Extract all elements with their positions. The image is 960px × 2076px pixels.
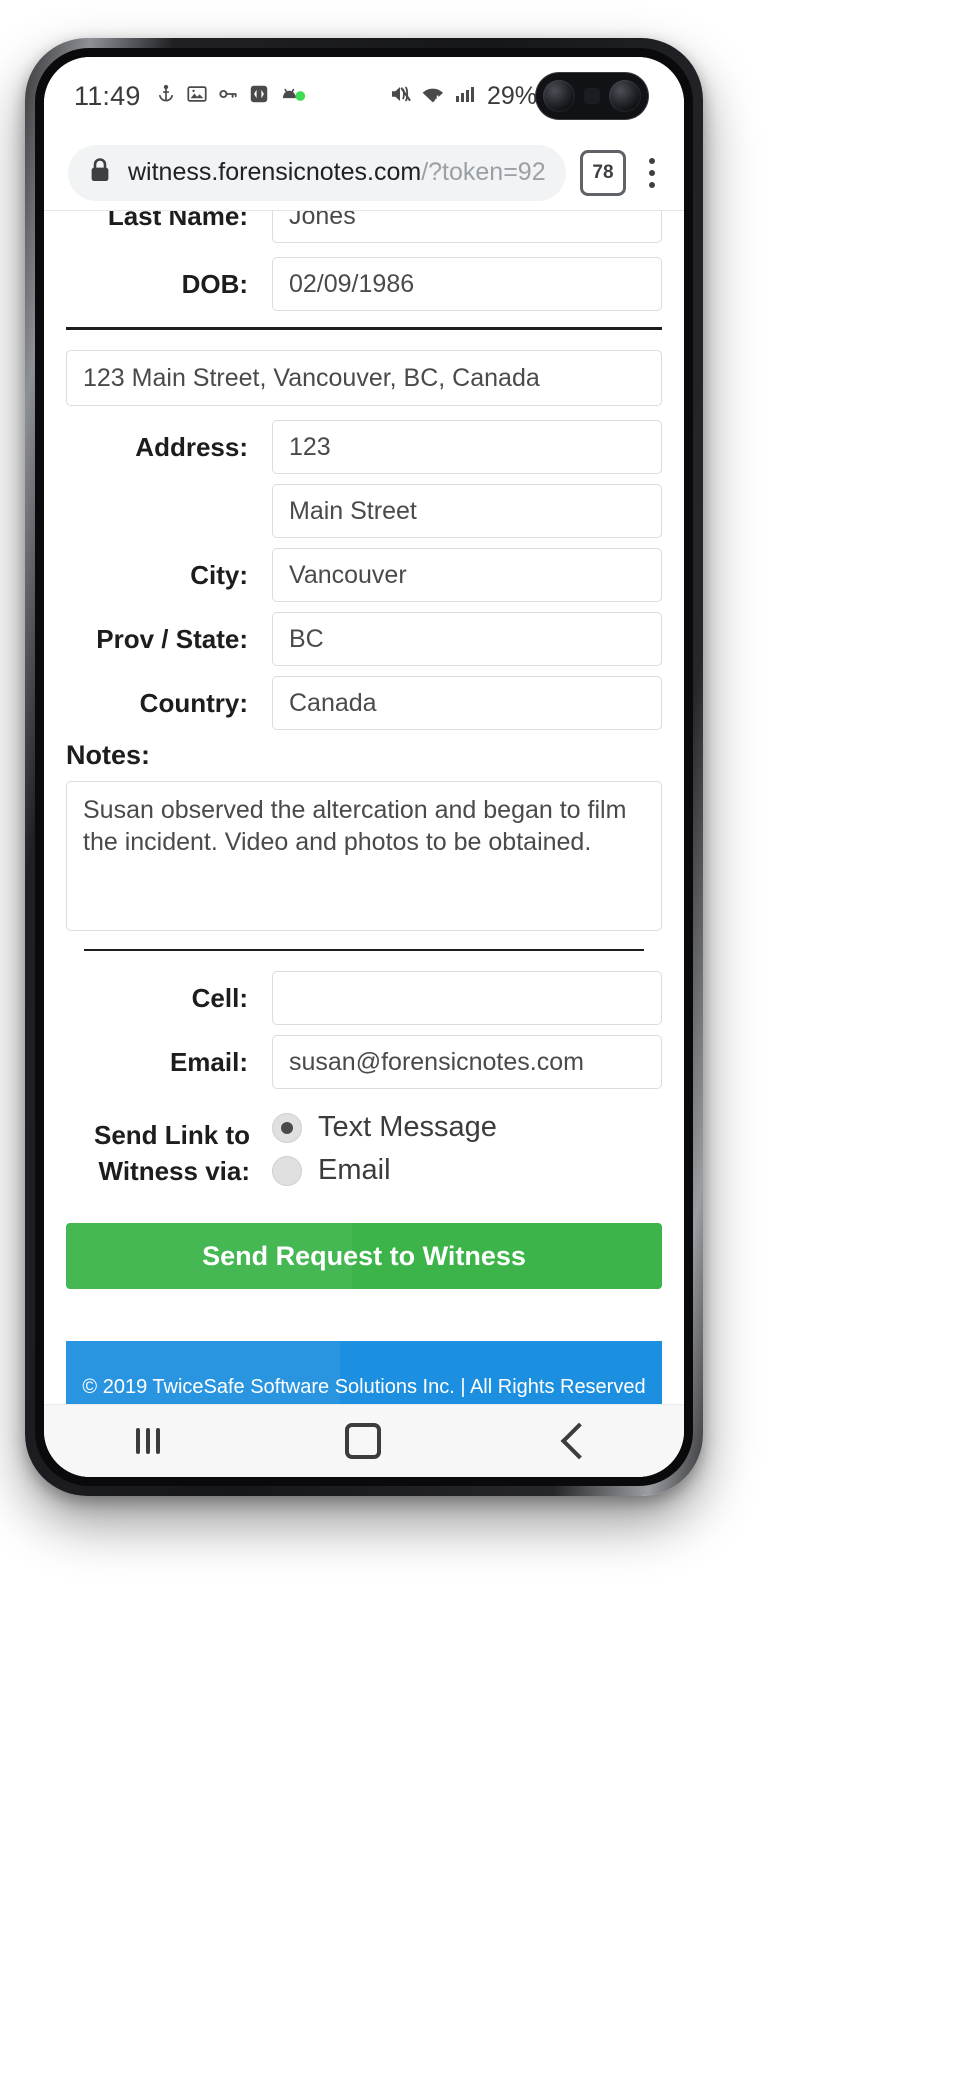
cellular-signal-icon (453, 82, 477, 111)
phone-device-frame: 11:49 29% witness.forensicnotes.com/?tok… (25, 38, 703, 1496)
radio-email-label: Email (318, 1154, 391, 1186)
send-link-label: Send Link to Witness via: (44, 1118, 272, 1190)
city-row: City: Vancouver (44, 548, 684, 602)
radio-option-text-message[interactable]: Text Message (272, 1111, 662, 1144)
send-request-button[interactable]: Send Request to Witness (66, 1223, 662, 1289)
send-link-row: Send Link to Witness via: Text Message E… (44, 1111, 684, 1197)
radio-text-message-label: Text Message (318, 1111, 497, 1143)
country-input[interactable]: Canada (272, 676, 662, 730)
mute-vibrate-icon (389, 82, 413, 111)
cell-row: Cell: (44, 971, 684, 1025)
address-bar[interactable]: witness.forensicnotes.com/?token=928C288 (68, 144, 566, 201)
phone-bezel: 11:49 29% witness.forensicnotes.com/?tok… (35, 48, 693, 1486)
send-link-label-line2: Witness via: (98, 1156, 250, 1186)
prov-state-label: Prov / State: (96, 623, 248, 654)
email-row: Email: susan@forensicnotes.com (44, 1035, 684, 1089)
browser-toolbar: witness.forensicnotes.com/?token=928C288… (44, 135, 684, 211)
address-street-name-input[interactable]: Main Street (272, 484, 662, 538)
android-app-badge-icon (279, 83, 307, 110)
prov-state-row: Prov / State: BC (44, 612, 684, 666)
section-divider-address (66, 327, 662, 330)
city-label: City: (190, 559, 248, 590)
send-link-options: Text Message Email (272, 1111, 662, 1197)
status-bar-clock: 11:49 (74, 80, 141, 111)
email-label: Email: (169, 1046, 248, 1077)
status-bar: 11:49 29% (44, 57, 684, 135)
tab-counter-button[interactable]: 78 (580, 149, 626, 196)
url-host: witness.forensicnotes.com (128, 158, 422, 186)
notes-textarea[interactable]: Susan observed the altercation and began… (66, 781, 662, 931)
last-name-label: Last Name: (107, 211, 248, 231)
radio-text-message[interactable] (272, 1112, 302, 1143)
webpage-viewport: Last Name: Jones DOB: 02/09/1986 123 Mai… (44, 211, 684, 1405)
radio-option-email[interactable]: Email (272, 1154, 662, 1187)
page-footer: © 2019 TwiceSafe Software Solutions Inc.… (66, 1341, 662, 1405)
address-search-input[interactable]: 123 Main Street, Vancouver, BC, Canada (66, 350, 662, 406)
witness-form: Last Name: Jones DOB: 02/09/1986 123 Mai… (44, 211, 684, 1405)
city-input[interactable]: Vancouver (272, 548, 662, 602)
dob-input[interactable]: 02/09/1986 (272, 257, 662, 311)
front-camera-punch-hole (536, 73, 648, 119)
home-icon[interactable] (344, 1423, 381, 1459)
address-label: Address: (135, 431, 248, 462)
address-bar-url: witness.forensicnotes.com/?token=928C288 (128, 158, 546, 187)
last-name-row: Last Name: Jones (44, 211, 684, 243)
dob-row: DOB: 02/09/1986 (44, 257, 684, 311)
dob-label: DOB: (181, 268, 248, 299)
country-row: Country: Canada (44, 676, 684, 730)
notes-label: Notes: (66, 740, 151, 770)
radio-email[interactable] (272, 1155, 302, 1186)
status-bar-system-icons: 29% (389, 81, 560, 112)
screenshot-root: 11:49 29% witness.forensicnotes.com/?tok… (0, 0, 960, 2076)
back-icon[interactable] (560, 1422, 598, 1460)
camera-sensor (584, 88, 600, 104)
lock-icon (88, 156, 112, 189)
recent-apps-icon[interactable] (136, 1428, 161, 1454)
anchor-app-icon (155, 83, 177, 110)
address-street-row: Main Street (44, 484, 684, 538)
cell-label: Cell: (191, 982, 248, 1013)
cell-input[interactable] (272, 971, 662, 1025)
prov-state-input[interactable]: BC (272, 612, 662, 666)
url-path: /?token=928C288 (421, 158, 546, 186)
android-navigation-bar (44, 1404, 684, 1477)
camera-lens-left (543, 80, 575, 112)
wallet-app-icon (248, 83, 270, 110)
phone-screen: 11:49 29% witness.forensicnotes.com/?tok… (44, 57, 684, 1477)
country-label: Country: (139, 687, 248, 718)
last-name-row-clipped: Last Name: Jones (44, 211, 684, 245)
section-divider-contact (84, 949, 644, 951)
footer-copyright: © 2019 TwiceSafe Software Solutions Inc.… (82, 1375, 646, 1398)
address-row: Address: 123 (44, 420, 684, 474)
address-street-number-input[interactable]: 123 (272, 420, 662, 474)
camera-lens-right (609, 80, 641, 112)
email-input[interactable]: susan@forensicnotes.com (272, 1035, 662, 1089)
key-vpn-icon (217, 83, 239, 110)
status-bar-notification-icons (155, 83, 307, 110)
photo-gallery-icon (186, 83, 208, 110)
battery-percent-label: 29% (486, 81, 537, 110)
wifi-icon (420, 82, 446, 111)
button-sheen (66, 1223, 353, 1289)
last-name-input[interactable]: Jones (272, 211, 662, 243)
send-link-label-line1: Send Link to (94, 1120, 250, 1151)
kebab-menu-icon[interactable] (634, 150, 670, 196)
